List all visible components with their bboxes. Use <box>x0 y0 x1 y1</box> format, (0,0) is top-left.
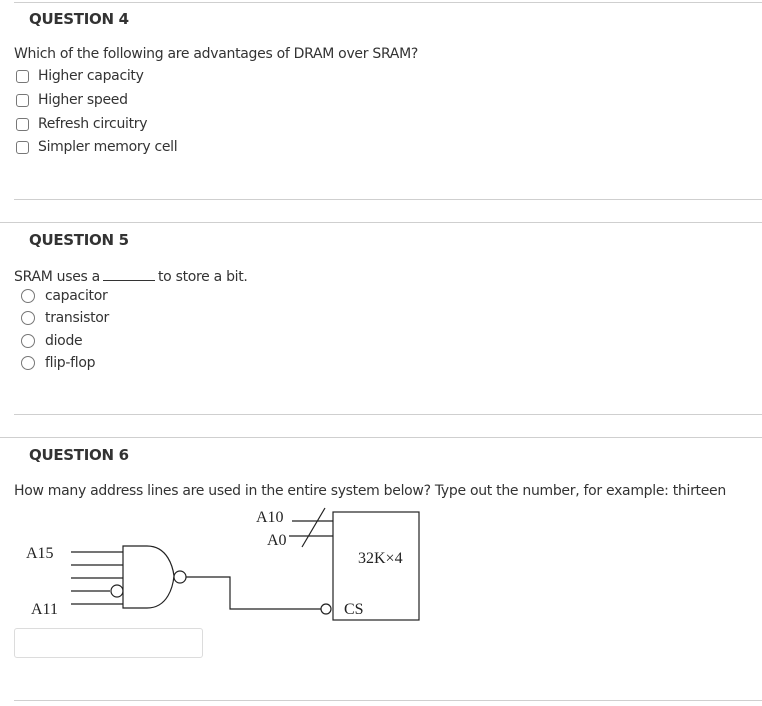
q5-option-capacitor[interactable]: capacitor <box>21 288 108 304</box>
nand-gate-body <box>122 545 175 609</box>
bus-label-a10: A10 <box>256 509 284 526</box>
gate-input-label-a15: A15 <box>26 545 54 562</box>
memory-decoder-diagram: A15 A11 A10 A0 32K×4 CS <box>26 507 420 621</box>
question-6-title: QUESTION 6 <box>29 446 129 464</box>
q4-option-refresh-circuitry[interactable]: Refresh circuitry <box>16 116 148 132</box>
divider <box>14 414 762 415</box>
input-inversion-bubble <box>110 584 124 598</box>
option-label: capacitor <box>45 288 108 304</box>
bus-slash <box>301 507 326 548</box>
chip-select-wire <box>186 576 321 610</box>
q4-option-higher-speed[interactable]: Higher speed <box>16 92 128 108</box>
option-label: diode <box>45 333 83 349</box>
q5-option-transistor[interactable]: transistor <box>21 310 109 326</box>
q4-option-higher-capacity[interactable]: Higher capacity <box>16 68 144 84</box>
question-5-text-before: SRAM uses a <box>14 269 100 285</box>
chip-select-bubble <box>320 603 332 615</box>
answer-input[interactable] <box>14 628 203 658</box>
radio-button[interactable] <box>21 289 35 303</box>
option-label: Higher capacity <box>38 68 144 84</box>
option-label: Simpler memory cell <box>38 139 178 155</box>
checkbox[interactable] <box>16 117 29 131</box>
checkbox[interactable] <box>16 140 29 154</box>
divider-top <box>14 2 762 3</box>
divider-bottom <box>14 700 762 701</box>
divider <box>0 222 762 223</box>
chip-label: 32K×4 <box>358 550 403 567</box>
question-5-text: SRAM uses a to store a bit. <box>14 268 248 285</box>
radio-button[interactable] <box>21 356 35 370</box>
gate-input-label-a11: A11 <box>31 601 58 618</box>
q5-option-diode[interactable]: diode <box>21 333 83 349</box>
bus-label-a0: A0 <box>267 532 287 549</box>
q4-option-simpler-memory-cell[interactable]: Simpler memory cell <box>16 139 178 155</box>
question-4-title: QUESTION 4 <box>29 10 129 28</box>
divider <box>14 199 762 200</box>
option-label: transistor <box>45 310 109 326</box>
fill-in-blank <box>102 268 155 281</box>
question-5-title: QUESTION 5 <box>29 231 129 249</box>
radio-button[interactable] <box>21 311 35 325</box>
option-label: Refresh circuitry <box>38 116 148 132</box>
question-4-text: Which of the following are advantages of… <box>14 46 418 62</box>
checkbox[interactable] <box>16 93 29 107</box>
checkbox[interactable] <box>16 69 29 83</box>
option-label: Higher speed <box>38 92 128 108</box>
output-inversion-bubble <box>173 570 187 584</box>
question-5-text-after: to store a bit. <box>157 269 248 285</box>
chip-select-label: CS <box>344 601 364 618</box>
question-6-text: How many address lines are used in the e… <box>14 483 726 499</box>
divider <box>0 437 762 438</box>
q5-option-flip-flop[interactable]: flip-flop <box>21 355 96 371</box>
option-label: flip-flop <box>45 355 96 371</box>
radio-button[interactable] <box>21 334 35 348</box>
